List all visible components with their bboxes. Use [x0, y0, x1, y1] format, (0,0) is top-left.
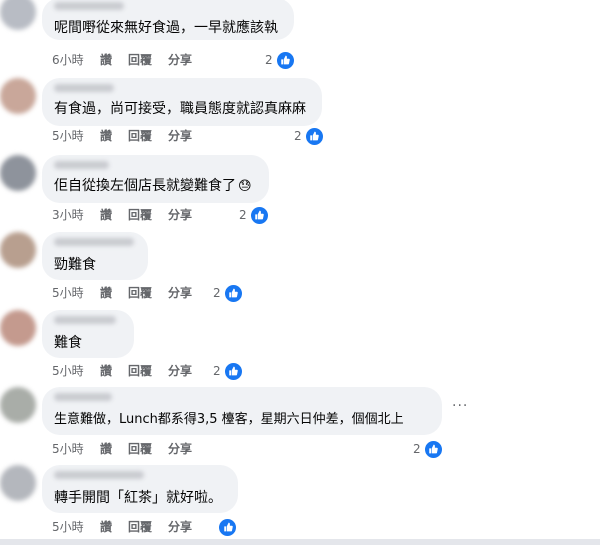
comment-text: 難食: [54, 335, 82, 351]
reaction-count: 2: [294, 129, 302, 143]
reply-button[interactable]: 回覆: [128, 128, 152, 144]
reply-button[interactable]: 回覆: [128, 207, 152, 223]
comment-bubble: 勁難食: [42, 232, 148, 280]
author-name-blurred[interactable]: [54, 238, 134, 246]
like-button[interactable]: 讚: [100, 207, 112, 223]
comment-time[interactable]: 5小時: [52, 285, 84, 301]
comment-text: 生意難做，Lunch都系得3,5 檯客，星期六日仲差，個個北上: [54, 412, 404, 427]
thumbs-up-icon: [223, 283, 243, 303]
share-button[interactable]: 分享: [168, 363, 192, 379]
reaction-count: 2: [239, 208, 247, 222]
like-button[interactable]: 讚: [100, 52, 112, 68]
thumbs-up-icon: [223, 361, 243, 381]
comment-time[interactable]: 5小時: [52, 519, 84, 535]
comment-text: 有食過，尚可接受，職員態度就認真麻麻: [54, 101, 306, 117]
comment-text-body: 佢自從換左個店長就變難食了: [54, 178, 236, 194]
comment-time[interactable]: 6小時: [52, 52, 84, 68]
comment-bubble: 有食過，尚可接受，職員態度就認真麻麻: [42, 78, 322, 126]
reaction-summary[interactable]: 2: [213, 283, 243, 303]
comment-time[interactable]: 5小時: [52, 128, 84, 144]
thumbs-up-icon: [275, 50, 295, 70]
bottom-divider: [0, 539, 600, 545]
reaction-count: 2: [265, 53, 273, 67]
author-name-blurred[interactable]: [54, 161, 109, 169]
avatar[interactable]: [0, 78, 36, 114]
avatar[interactable]: [0, 465, 36, 501]
comment-text: 勁難食: [54, 257, 96, 273]
like-button[interactable]: 讚: [100, 285, 112, 301]
comment-bubble: 生意難做，Lunch都系得3,5 檯客，星期六日仲差，個個北上: [42, 387, 442, 435]
reaction-summary[interactable]: 2: [294, 126, 324, 146]
reaction-summary[interactable]: 2: [239, 205, 269, 225]
like-button[interactable]: 讚: [100, 363, 112, 379]
share-button[interactable]: 分享: [168, 128, 192, 144]
share-button[interactable]: 分享: [168, 52, 192, 68]
comment-text: 佢自從換左個店長就變難食了 😓: [54, 177, 252, 196]
avatar[interactable]: [0, 0, 36, 30]
reaction-summary[interactable]: 2: [213, 361, 243, 381]
share-button[interactable]: 分享: [168, 285, 192, 301]
reaction-summary[interactable]: [218, 517, 237, 537]
share-button[interactable]: 分享: [168, 519, 192, 535]
comment-text: 呢間嘢從來無好食過，一早就應該執: [54, 20, 278, 36]
author-name-blurred[interactable]: [54, 316, 116, 324]
reply-button[interactable]: 回覆: [128, 519, 152, 535]
author-name-blurred[interactable]: [54, 2, 124, 10]
comment-bubble: 佢自從換左個店長就變難食了 😓: [42, 155, 269, 203]
share-button[interactable]: 分享: [168, 207, 192, 223]
comment-time[interactable]: 3小時: [52, 207, 84, 223]
reaction-count: 2: [413, 442, 421, 456]
like-button[interactable]: 讚: [100, 441, 112, 457]
comment-bubble: 呢間嘢從來無好食過，一早就應該執: [42, 0, 294, 40]
author-name-blurred[interactable]: [54, 471, 144, 479]
like-button[interactable]: 讚: [100, 519, 112, 535]
comment-time[interactable]: 5小時: [52, 441, 84, 457]
reaction-count: 2: [213, 364, 221, 378]
author-name-blurred[interactable]: [54, 393, 112, 401]
reply-button[interactable]: 回覆: [128, 285, 152, 301]
avatar[interactable]: [0, 155, 36, 191]
like-button[interactable]: 讚: [100, 128, 112, 144]
reply-button[interactable]: 回覆: [128, 363, 152, 379]
comment-bubble: 轉手開間「紅茶」就好啦。: [42, 465, 238, 513]
comment-time[interactable]: 5小時: [52, 363, 84, 379]
reply-button[interactable]: 回覆: [128, 52, 152, 68]
thumbs-up-icon: [218, 517, 237, 537]
share-button[interactable]: 分享: [168, 441, 192, 457]
reaction-count: 2: [213, 286, 221, 300]
thumbs-up-icon: [423, 439, 443, 459]
avatar[interactable]: [0, 387, 36, 423]
reaction-summary[interactable]: 2: [413, 439, 443, 459]
reaction-summary[interactable]: 2: [265, 50, 295, 70]
comment-bubble: 難食: [42, 310, 134, 358]
thumbs-up-icon: [249, 205, 269, 225]
sweat-emoji-icon: 😓: [238, 179, 252, 194]
comment-text: 轉手開間「紅茶」就好啦。: [54, 490, 222, 506]
avatar[interactable]: [0, 232, 36, 268]
reply-button[interactable]: 回覆: [128, 441, 152, 457]
more-options-icon[interactable]: ···: [452, 398, 468, 414]
thumbs-up-icon: [304, 126, 324, 146]
avatar[interactable]: [0, 310, 36, 346]
author-name-blurred[interactable]: [54, 84, 114, 92]
